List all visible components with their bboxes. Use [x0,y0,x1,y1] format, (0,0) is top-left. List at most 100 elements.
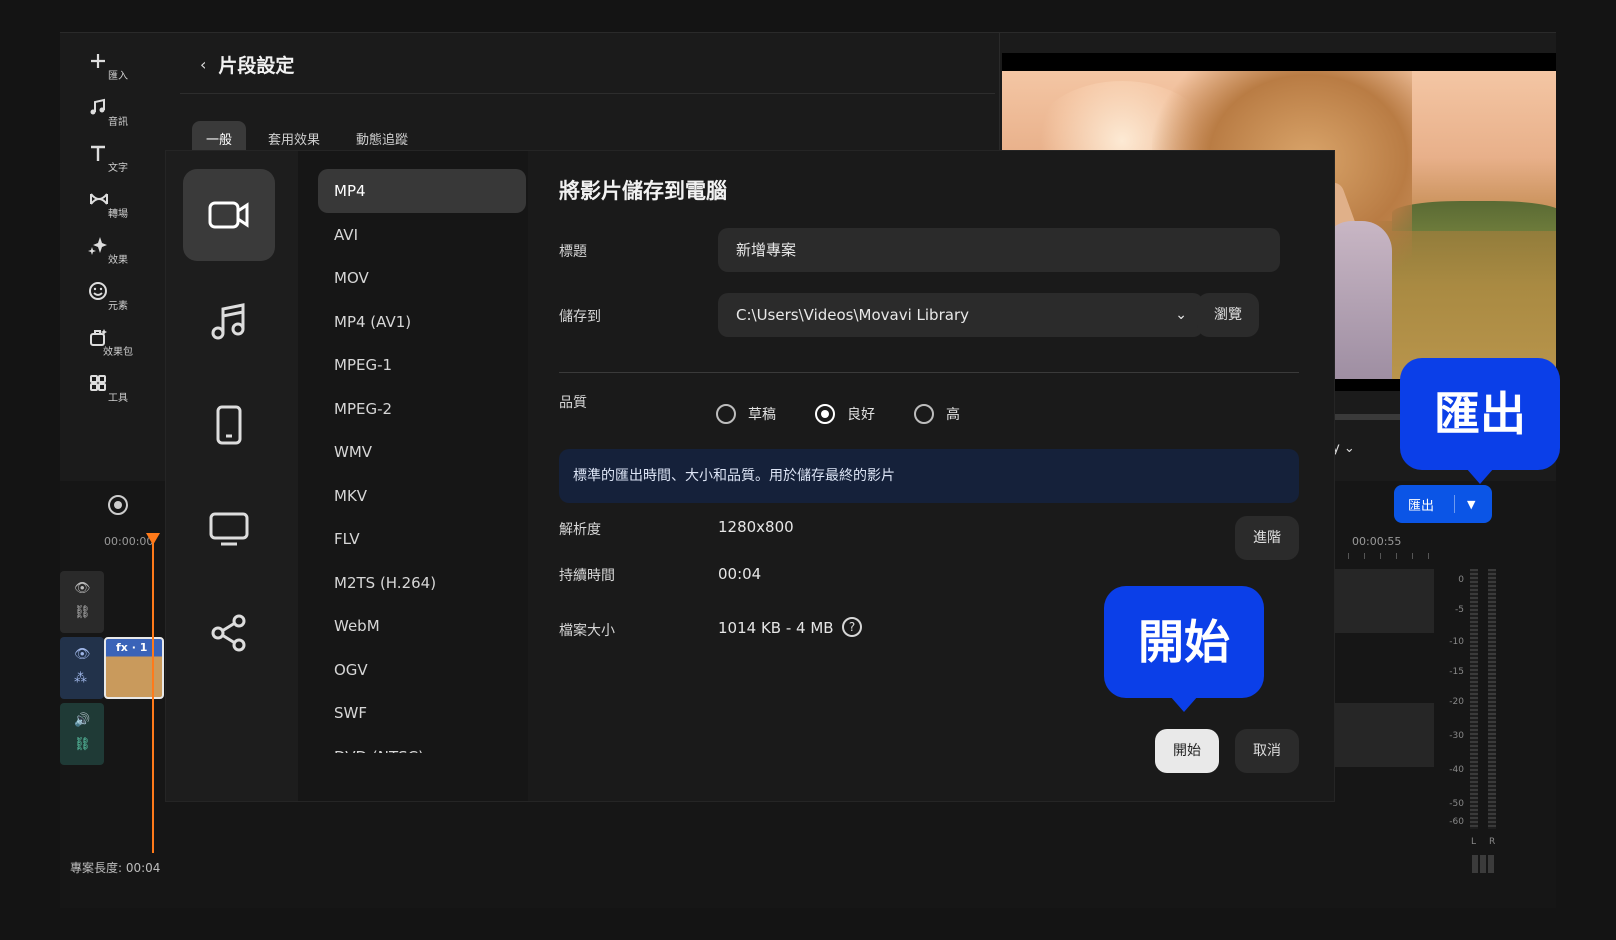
format-item[interactable]: OGV [318,648,526,692]
music-note-icon [90,98,105,115]
track-header-video: 👁 ⛓ [60,571,104,633]
cancel-button[interactable]: 取消 [1235,729,1299,773]
track-header-audio: 🔊 ⛓ [60,703,104,765]
export-settings-form: 將影片儲存到電腦 標題 新增專案 儲存到 C:\Users\Videos\Mov… [559,151,1319,801]
toolbar-label: 工具 [108,393,128,404]
text-T-icon [91,145,105,161]
toolbar-label: 元素 [108,301,128,312]
advanced-button[interactable]: 進階 [1235,516,1299,560]
format-list: MP4 AVI MOV MP4 (AV1) MPEG-1 MPEG-2 WMV … [298,151,528,801]
toolbar-import[interactable]: 匯入 [88,51,148,82]
category-mobile[interactable] [183,379,275,471]
record-icon[interactable] [108,495,128,515]
radio-button[interactable] [716,404,736,424]
radio-button[interactable] [914,404,934,424]
meter-tick: -20 [1449,697,1464,707]
toolbar-effects[interactable]: 效果 [88,235,148,266]
eye-icon[interactable]: 👁 [74,581,91,596]
split-icon[interactable]: ⁂ [74,671,87,686]
share-icon [211,614,246,652]
category-tv[interactable] [183,483,275,575]
toolbar-label: 匯入 [108,71,128,82]
playhead[interactable] [146,533,160,853]
filesize-value: 1014 KB - 4 MB [718,619,834,637]
meter-tick: -10 [1449,637,1464,647]
clip-settings-title: 片段設定 [218,55,295,77]
quality-option-high[interactable]: 高 [914,404,960,424]
browse-button[interactable]: 瀏覽 [1197,293,1259,337]
meter-right-label: R [1489,837,1496,847]
quality-info-box: 標準的匯出時間、大小和品質。用於儲存最終的影片 [559,449,1299,503]
format-item[interactable]: WMV [318,430,526,474]
save-to-label: 儲存到 [559,309,601,325]
sparkle-effects-icon [88,237,107,255]
chevron-down-icon[interactable]: ▼ [1455,498,1475,511]
toolbar-label: 音訊 [108,117,128,128]
format-item[interactable]: FLV [318,517,526,561]
category-share[interactable] [183,587,275,679]
speaker-icon[interactable]: 🔊 [74,713,90,728]
toolbar-transitions[interactable]: 轉場 [88,189,148,220]
radio-label: 良好 [847,407,875,423]
grid-icon[interactable] [1472,855,1494,873]
meter-tick: -40 [1449,765,1464,775]
meter-tick: -30 [1449,731,1464,741]
toolbar-label: 文字 [108,163,128,174]
format-item[interactable]: WebM [318,604,526,648]
timeline-clip[interactable]: fx · 1 [104,637,164,699]
meter-tick: -60 [1449,817,1464,827]
help-icon[interactable]: ? [842,617,862,637]
category-audio[interactable] [183,275,275,367]
start-button[interactable]: 開始 [1155,729,1219,773]
dialog-heading: 將影片儲存到電腦 [559,179,727,203]
format-item[interactable]: MP4 [318,169,526,213]
chevron-down-icon: ⌄ [1343,441,1355,456]
format-item[interactable]: MPEG-2 [318,387,526,431]
radio-label: 高 [946,407,960,423]
format-item[interactable]: SWF [318,691,526,735]
toolbar-elements[interactable]: 元素 [88,281,148,312]
audio-meter-left [1470,569,1478,829]
quality-option-good[interactable]: 良好 [815,404,875,424]
plus-icon [91,54,105,68]
format-item[interactable]: DVD (NTSC) [318,735,526,753]
audio-meter-right [1488,569,1496,829]
eye-icon[interactable]: 👁 [74,647,91,662]
quality-label: 品質 [559,395,587,411]
effect-pack-icon [90,329,107,346]
export-dialog: MP4 AVI MOV MP4 (AV1) MPEG-1 MPEG-2 WMV … [166,151,1334,801]
left-toolbar: 匯入 音訊 文字 轉場 效果 元素 效果包 工具 [60,33,170,453]
toolbar-label: 效果 [108,255,128,266]
tv-monitor-icon [209,512,249,546]
toolbar-label: 效果包 [103,347,133,358]
format-item[interactable]: MOV [318,256,526,300]
divider [559,372,1299,373]
save-to-dropdown[interactable]: C:\Users\Videos\Movavi Library ⌄ [718,293,1203,337]
format-item[interactable]: M2TS (H.264) [318,561,526,605]
export-button-label: 匯出 [1408,498,1435,514]
chevron-left-icon[interactable]: ‹ [200,55,206,74]
quality-option-draft[interactable]: 草稿 [716,404,776,424]
format-item[interactable]: MP4 (AV1) [318,300,526,344]
format-item[interactable]: MKV [318,474,526,518]
toolbar-effect-packs[interactable]: 效果包 [88,327,148,358]
category-video[interactable] [183,169,275,261]
meter-tick: -15 [1449,667,1464,677]
link-icon[interactable]: ⛓ [74,605,91,620]
toolbar-audio[interactable]: 音訊 [88,97,148,128]
save-to-path: C:\Users\Videos\Movavi Library [736,306,969,324]
resolution-value: 1280x800 [718,518,794,536]
meter-tick: 0 [1458,575,1464,585]
format-item[interactable]: MPEG-1 [318,343,526,387]
meter-tick: -50 [1449,799,1464,809]
format-item[interactable]: AVI [318,213,526,257]
clip-label: fx · 1 [116,641,148,654]
unlink-icon[interactable]: ⛓ [74,737,91,752]
export-callout: 匯出 [1400,358,1560,484]
radio-label: 草稿 [748,407,776,423]
toolbar-tools[interactable]: 工具 [88,373,148,404]
export-button[interactable]: 匯出 ▼ [1394,485,1492,523]
title-input[interactable]: 新增專案 [718,228,1280,272]
radio-button-selected[interactable] [815,404,835,424]
toolbar-text[interactable]: 文字 [88,143,148,174]
